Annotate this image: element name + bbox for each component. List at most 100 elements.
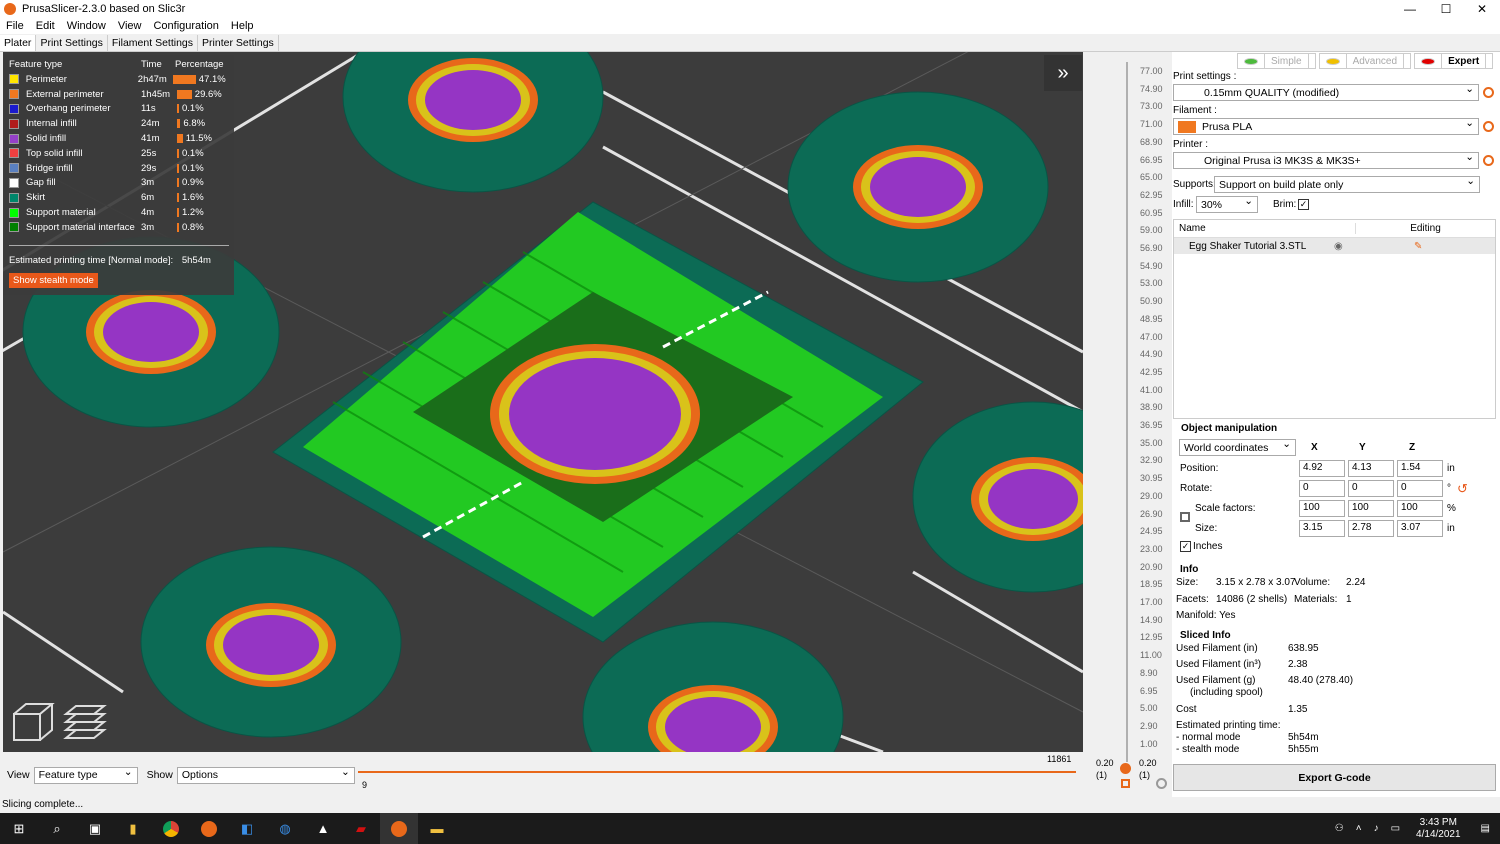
inches-checkbox[interactable]: ✓ — [1180, 541, 1191, 552]
scale-z-field[interactable]: 100 — [1397, 500, 1443, 517]
app-icon-drive[interactable]: ▲ — [304, 813, 342, 844]
close-button[interactable]: ✕ — [1464, 0, 1500, 18]
filament-label: Filament : — [1173, 105, 1217, 116]
scale-lock-icon[interactable] — [1180, 512, 1190, 522]
chrome-icon[interactable] — [152, 813, 190, 844]
position-x-field[interactable]: 4.92 — [1299, 460, 1345, 477]
layer-tick-label: 5.00 — [1140, 703, 1158, 714]
menu-view[interactable]: View — [112, 20, 148, 32]
brim-checkbox[interactable]: ✓ — [1298, 199, 1309, 210]
layer-low-right: 0.20 — [1139, 758, 1157, 768]
speaker-icon[interactable]: ♪ — [1374, 823, 1379, 834]
reset-rotation-icon[interactable]: ↺ — [1457, 481, 1468, 497]
legend-row: Top solid infill 25s 0.1% — [3, 146, 234, 161]
info-facets-label: Facets: — [1176, 594, 1209, 605]
legend-feature-time: 4m — [141, 207, 155, 219]
network-icon[interactable]: ▭ — [1391, 823, 1400, 834]
estimated-time: Estimated printing time [Normal mode]: 5… — [9, 255, 211, 266]
menu-edit[interactable]: Edit — [30, 20, 61, 32]
people-icon[interactable]: ⚇ — [1335, 823, 1344, 834]
show-stealth-mode-button[interactable]: Show stealth mode — [9, 273, 98, 288]
printer-gear-icon[interactable] — [1483, 155, 1494, 166]
legend-feature-name: Overhang perimeter — [26, 103, 111, 115]
3d-view-icon[interactable] — [10, 700, 56, 746]
clock[interactable]: 3:43 PM 4/14/2021 — [1416, 817, 1461, 841]
menu-window[interactable]: Window — [61, 20, 112, 32]
minimize-button[interactable]: — — [1392, 0, 1428, 18]
filament-color-swatch[interactable] — [1178, 120, 1196, 133]
tab-plater[interactable]: Plater — [0, 35, 37, 51]
mode-expert-button[interactable]: Expert — [1414, 53, 1494, 69]
tab-filament-settings[interactable]: Filament Settings — [108, 35, 199, 51]
export-gcode-button[interactable]: Export G-code — [1173, 764, 1496, 791]
windows-start-icon[interactable]: ⊞ — [0, 813, 38, 844]
legend-feature-percentage: 0.1% — [182, 147, 204, 159]
folder-icon[interactable]: ▬ — [418, 813, 456, 844]
lock-icon[interactable] — [1121, 779, 1130, 788]
printer-select[interactable]: Original Prusa i3 MK3S & MK3S+ — [1173, 151, 1479, 169]
layer-tick-label: 17.00 — [1140, 597, 1163, 607]
layers-view-icon[interactable] — [62, 700, 108, 746]
legend-feature-time: 6m — [141, 192, 155, 204]
size-z-field[interactable]: 3.07 — [1397, 520, 1443, 537]
edit-icon[interactable]: ✎ — [1414, 241, 1422, 252]
legend-row: Bridge infill 29s 0.1% — [3, 161, 234, 176]
legend-feature-percentage: 1.2% — [182, 207, 204, 219]
filament-gear-icon[interactable] — [1483, 121, 1494, 132]
axis-y-label: Y — [1359, 442, 1366, 453]
layer-tick-label: 66.95 — [1140, 154, 1163, 165]
tab-print-settings[interactable]: Print Settings — [36, 35, 108, 51]
mode-advanced-button[interactable]: Advanced — [1318, 53, 1412, 69]
axis-x-label: X — [1311, 442, 1318, 453]
prusaslicer-active-icon[interactable] — [380, 813, 418, 844]
scale-unit: % — [1447, 503, 1456, 514]
legend-row: Skirt 6m 1.6% — [3, 190, 234, 205]
eye-icon[interactable]: ◉ — [1334, 241, 1364, 252]
layer-thumb[interactable] — [1120, 763, 1131, 774]
coordinates-select[interactable]: World coordinates — [1179, 438, 1296, 456]
file-explorer-pin-icon[interactable]: ▮ — [114, 813, 152, 844]
supports-select[interactable]: Support on build plate only — [1214, 175, 1480, 193]
app-icon-blue[interactable]: ◧ — [228, 813, 266, 844]
tab-printer-settings[interactable]: Printer Settings — [198, 35, 279, 51]
task-view-icon[interactable]: ▣ — [76, 813, 114, 844]
infill-select[interactable]: 30% — [1196, 195, 1258, 213]
print-settings-gear-icon[interactable] — [1483, 87, 1494, 98]
scale-x-field[interactable]: 100 — [1299, 500, 1345, 517]
collapse-sidebar-icon[interactable]: » — [1044, 55, 1082, 91]
move-slider-max: 11861 — [1047, 754, 1072, 764]
prusaslicer-icon[interactable] — [190, 813, 228, 844]
layer-tick-label: 47.00 — [1140, 331, 1163, 342]
view-select[interactable]: Feature type — [33, 766, 138, 784]
search-icon[interactable]: ⌕ — [38, 813, 76, 844]
size-x-field[interactable]: 3.15 — [1299, 520, 1345, 537]
legend-feature-percentage: 0.8% — [182, 221, 204, 233]
menu-help[interactable]: Help — [225, 20, 260, 32]
cog-icon[interactable] — [1156, 778, 1167, 789]
legend-feature-name: Bridge infill — [26, 162, 73, 174]
legend-feature-percentage: 11.5% — [185, 133, 212, 145]
position-y-field[interactable]: 4.13 — [1348, 460, 1394, 477]
sliced-info-label: Used Filament (g) — [1176, 675, 1256, 686]
rotate-z-field[interactable]: 0 — [1397, 480, 1443, 497]
filament-select[interactable]: Prusa PLA — [1173, 117, 1479, 135]
scale-y-field[interactable]: 100 — [1348, 500, 1394, 517]
rotate-x-field[interactable]: 0 — [1299, 480, 1345, 497]
size-y-field[interactable]: 2.78 — [1348, 520, 1394, 537]
chevron-up-icon[interactable]: ˄ — [1356, 823, 1362, 834]
legend-percentage-bar — [177, 222, 179, 232]
solidworks-icon[interactable]: ▰ — [342, 813, 380, 844]
maximize-button[interactable]: ☐ — [1428, 0, 1464, 18]
mode-simple-button[interactable]: Simple — [1237, 53, 1316, 69]
print-settings-select[interactable]: 0.15mm QUALITY (modified) — [1173, 83, 1479, 101]
object-row[interactable]: Egg Shaker Tutorial 3.STL ◉ ✎ — [1174, 238, 1495, 254]
notifications-icon[interactable]: ▤ — [1481, 823, 1490, 834]
app-icon-b[interactable]: ◍ — [266, 813, 304, 844]
menu-file[interactable]: File — [0, 20, 30, 32]
show-select[interactable]: Options — [176, 766, 355, 784]
menu-configuration[interactable]: Configuration — [147, 20, 224, 32]
legend-percentage-bar — [177, 119, 181, 129]
position-z-field[interactable]: 1.54 — [1397, 460, 1443, 477]
rotate-y-field[interactable]: 0 — [1348, 480, 1394, 497]
move-slider[interactable] — [358, 771, 1076, 773]
